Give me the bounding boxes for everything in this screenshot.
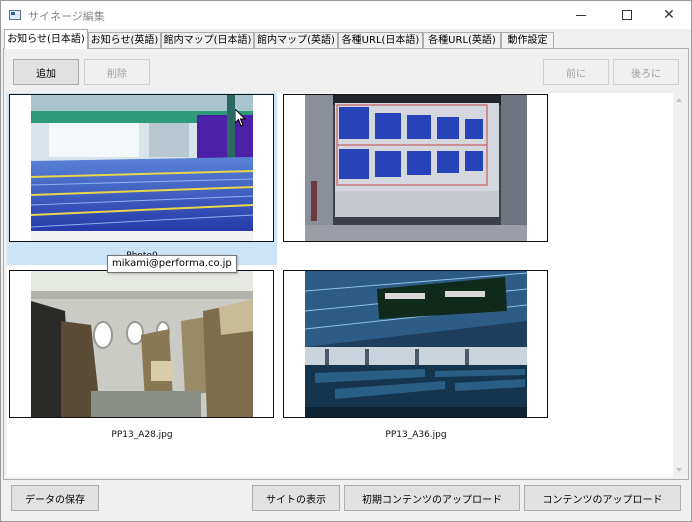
save-data-button[interactable]: データの保存 bbox=[11, 485, 99, 511]
move-forward-button[interactable]: 前に bbox=[543, 59, 609, 85]
close-button[interactable]: ✕ bbox=[647, 1, 691, 29]
flight-board-icon bbox=[305, 95, 527, 241]
indoor-pool-icon bbox=[31, 95, 253, 241]
upload-content-button[interactable]: コンテンツのアップロード bbox=[524, 485, 681, 511]
app-icon bbox=[9, 10, 21, 20]
tab-notice-english[interactable]: お知らせ(英語) bbox=[88, 32, 161, 48]
image-gallery: Photo0 bbox=[7, 93, 673, 477]
scroll-up-icon[interactable] bbox=[676, 98, 682, 102]
tab-settings[interactable]: 動作設定 bbox=[501, 32, 554, 48]
gallery-item[interactable]: PP13_A36.jpg bbox=[281, 269, 551, 441]
thumbnail[interactable] bbox=[9, 270, 274, 418]
move-backward-button[interactable]: 後ろに bbox=[613, 59, 679, 85]
minimize-button[interactable] bbox=[559, 1, 603, 29]
title-bar: サイネージ編集 ✕ bbox=[1, 1, 691, 29]
scroll-down-icon[interactable] bbox=[676, 468, 682, 472]
thumbnail[interactable] bbox=[283, 270, 548, 418]
item-caption: PP13_A28.jpg bbox=[111, 430, 173, 440]
airport-terminal-icon bbox=[305, 271, 527, 417]
gallery-item[interactable] bbox=[281, 93, 551, 265]
tab-map-japanese[interactable]: 館内マップ(日本語) bbox=[161, 32, 254, 48]
tab-url-english[interactable]: 各種URL(英語) bbox=[423, 32, 501, 48]
gallery-item[interactable]: PP13_A28.jpg bbox=[7, 269, 277, 441]
tab-url-japanese[interactable]: 各種URL(日本語) bbox=[338, 32, 423, 48]
maximize-button[interactable] bbox=[605, 1, 649, 29]
thumbnail[interactable] bbox=[283, 94, 548, 242]
signage-editor-window: サイネージ編集 ✕ お知らせ(日本語) お知らせ(英語) 館内マップ(日本語) … bbox=[0, 0, 692, 522]
tab-strip: お知らせ(日本語) お知らせ(英語) 館内マップ(日本語) 館内マップ(英語) … bbox=[1, 29, 691, 49]
vertical-scrollbar[interactable] bbox=[673, 93, 685, 477]
show-site-button[interactable]: サイトの表示 bbox=[252, 485, 340, 511]
airplane-cabin-icon bbox=[31, 271, 253, 417]
delete-button[interactable]: 削除 bbox=[84, 59, 150, 85]
item-caption: PP13_A36.jpg bbox=[385, 430, 447, 440]
tooltip: mikami@performa.co.jp bbox=[107, 255, 237, 273]
window-title: サイネージ編集 bbox=[28, 10, 105, 23]
upload-initial-content-button[interactable]: 初期コンテンツのアップロード bbox=[344, 485, 520, 511]
tab-notice-japanese[interactable]: お知らせ(日本語) bbox=[4, 29, 88, 49]
add-button[interactable]: 追加 bbox=[13, 59, 79, 85]
tab-map-english[interactable]: 館内マップ(英語) bbox=[254, 32, 338, 48]
